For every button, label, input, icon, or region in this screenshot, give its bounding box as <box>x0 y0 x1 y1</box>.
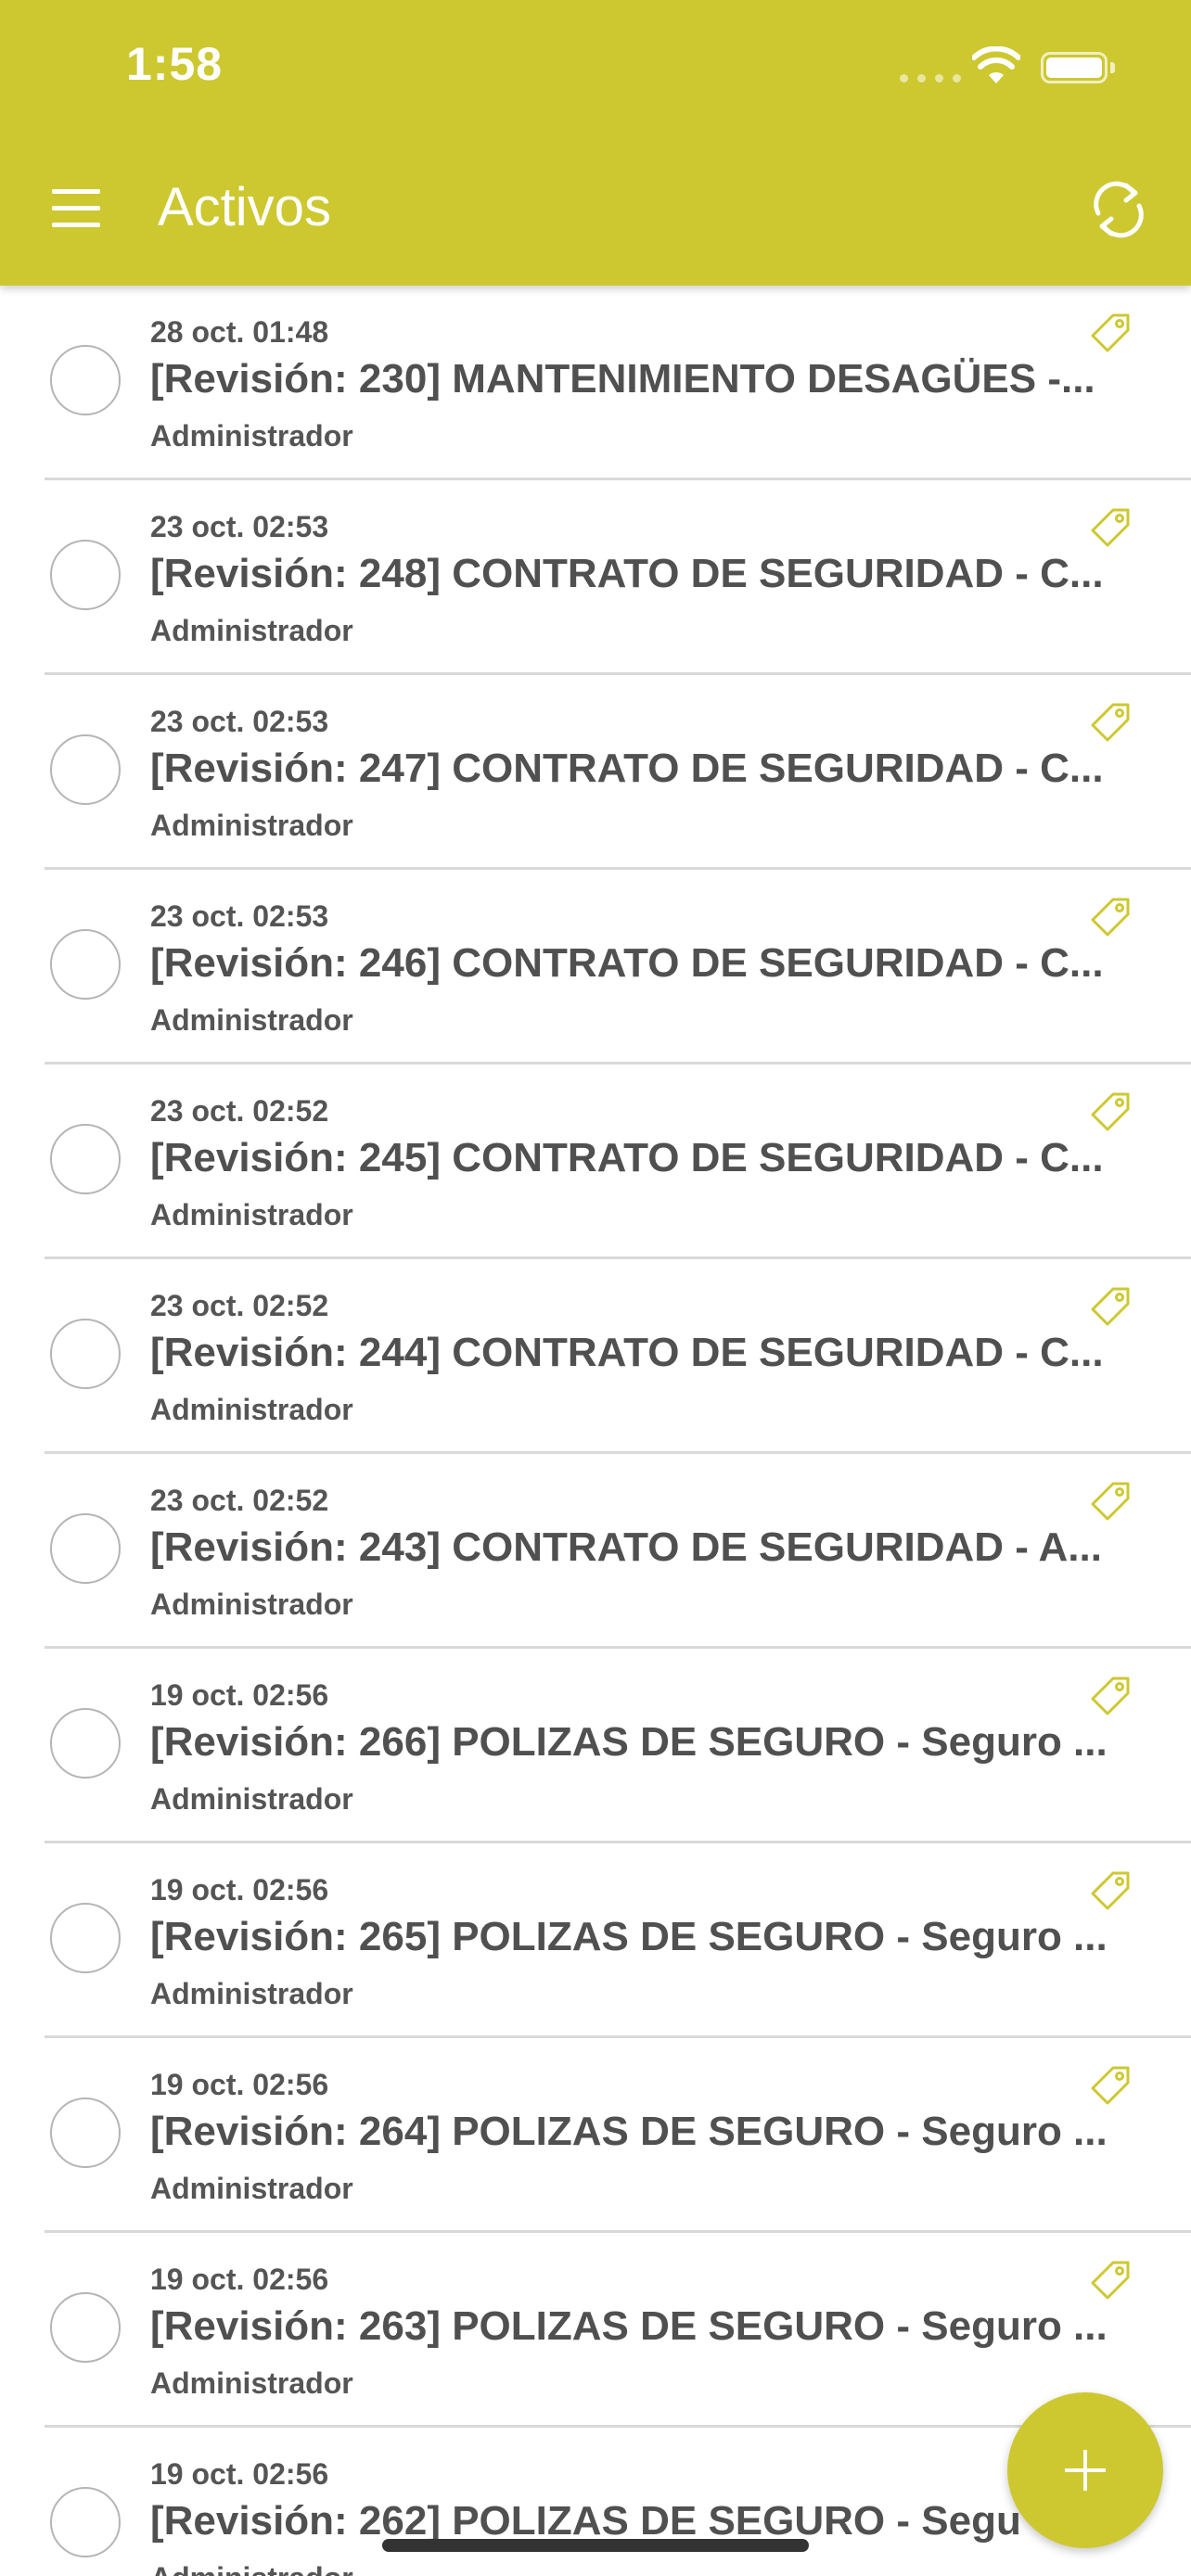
list-item[interactable]: 23 oct. 02:52 [Revisión: 245] CONTRATO DE… <box>0 1065 1191 1259</box>
item-checkbox[interactable] <box>50 734 121 805</box>
item-date: 23 oct. 02:53 <box>150 705 329 738</box>
item-date: 23 oct. 02:52 <box>150 1094 329 1128</box>
item-author: Administrador <box>150 2366 353 2400</box>
item-title: [Revisión: 266] POLIZAS DE SEGURO - Segu… <box>150 1719 1108 1765</box>
page-title: Activos <box>158 177 331 237</box>
item-date: 19 oct. 02:56 <box>150 1873 329 1906</box>
item-date: 19 oct. 02:56 <box>150 2457 329 2491</box>
item-author: Administrador <box>150 1198 353 1231</box>
tag-icon[interactable] <box>1089 2259 1132 2302</box>
tag-icon[interactable] <box>1089 1869 1132 1912</box>
list-item[interactable]: 19 oct. 02:56 [Revisión: 265] POLIZAS DE … <box>0 1843 1191 2038</box>
item-author: Administrador <box>150 1393 353 1426</box>
item-checkbox[interactable] <box>50 1708 121 1779</box>
item-title: [Revisión: 245] CONTRATO DE SEGURIDAD - … <box>150 1135 1104 1180</box>
item-title: [Revisión: 230] MANTENIMIENTO DESAGÜES -… <box>150 356 1095 402</box>
item-title: [Revisión: 248] CONTRATO DE SEGURIDAD - … <box>150 551 1104 596</box>
item-author: Administrador <box>150 1977 353 2010</box>
list-item[interactable]: 19 oct. 02:56 [Revisión: 263] POLIZAS DE … <box>0 2233 1191 2428</box>
item-checkbox[interactable] <box>50 929 121 1000</box>
battery-icon <box>1041 52 1108 83</box>
list-item[interactable]: 28 oct. 01:48 [Revisión: 230] MANTENIMIEN… <box>0 286 1191 480</box>
tag-icon[interactable] <box>1089 701 1132 744</box>
wifi-icon <box>972 46 1020 83</box>
item-checkbox[interactable] <box>50 2292 121 2363</box>
item-author: Administrador <box>150 1003 353 1037</box>
status-time: 1:58 <box>126 38 224 90</box>
item-title: [Revisión: 243] CONTRATO DE SEGURIDAD - … <box>150 1524 1102 1570</box>
tag-icon[interactable] <box>1089 1675 1132 1717</box>
list-item[interactable]: 23 oct. 02:52 [Revisión: 244] CONTRATO DE… <box>0 1259 1191 1454</box>
list-item[interactable]: 19 oct. 02:56 [Revisión: 266] POLIZAS DE … <box>0 1649 1191 1843</box>
item-title: [Revisión: 262] POLIZAS DE SEGURO - Segu <box>150 2498 1021 2544</box>
item-date: 28 oct. 01:48 <box>150 315 329 349</box>
item-title: [Revisión: 265] POLIZAS DE SEGURO - Segu… <box>150 1914 1108 1959</box>
item-checkbox[interactable] <box>50 345 121 415</box>
item-date: 23 oct. 02:52 <box>150 1289 329 1322</box>
item-checkbox[interactable] <box>50 1124 121 1194</box>
revision-list: 28 oct. 01:48 [Revisión: 230] MANTENIMIEN… <box>0 286 1191 2576</box>
refresh-icon[interactable] <box>1085 176 1152 243</box>
tag-icon[interactable] <box>1089 2064 1132 2107</box>
plus-icon-vertical <box>1083 2450 1087 2491</box>
item-date: 19 oct. 02:56 <box>150 2068 329 2101</box>
list-item[interactable]: 19 oct. 02:56 [Revisión: 264] POLIZAS DE … <box>0 2038 1191 2233</box>
item-title: [Revisión: 263] POLIZAS DE SEGURO - Segu… <box>150 2303 1108 2349</box>
item-title: [Revisión: 264] POLIZAS DE SEGURO - Segu… <box>150 2109 1108 2154</box>
item-author: Administrador <box>150 419 353 453</box>
item-author: Administrador <box>150 1782 353 1816</box>
item-author: Administrador <box>150 2172 353 2205</box>
item-title: [Revisión: 244] CONTRATO DE SEGURIDAD - … <box>150 1330 1104 1375</box>
tag-icon[interactable] <box>1089 1480 1132 1523</box>
item-title: [Revisión: 247] CONTRATO DE SEGURIDAD - … <box>150 746 1104 791</box>
item-date: 23 oct. 02:53 <box>150 899 329 933</box>
item-author: Administrador <box>150 614 353 647</box>
item-author: Administrador <box>150 809 353 842</box>
tag-icon[interactable] <box>1089 1285 1132 1328</box>
item-checkbox[interactable] <box>50 1903 121 1973</box>
home-indicator[interactable] <box>382 2539 809 2552</box>
item-checkbox[interactable] <box>50 2487 121 2557</box>
item-date: 19 oct. 02:56 <box>150 2263 329 2296</box>
item-checkbox[interactable] <box>50 540 121 610</box>
item-title: [Revisión: 246] CONTRATO DE SEGURIDAD - … <box>150 940 1104 986</box>
list-item[interactable]: 23 oct. 02:53 [Revisión: 248] CONTRATO DE… <box>0 480 1191 675</box>
list-item[interactable]: 23 oct. 02:53 [Revisión: 247] CONTRATO DE… <box>0 675 1191 870</box>
item-author: Administrador <box>150 2561 353 2576</box>
item-date: 23 oct. 02:53 <box>150 510 329 543</box>
tag-icon[interactable] <box>1089 1090 1132 1133</box>
tag-icon[interactable] <box>1089 506 1132 549</box>
list-item[interactable]: 23 oct. 02:53 [Revisión: 246] CONTRATO DE… <box>0 870 1191 1065</box>
item-date: 19 oct. 02:56 <box>150 1678 329 1712</box>
item-checkbox[interactable] <box>50 1513 121 1584</box>
item-date: 23 oct. 02:52 <box>150 1484 329 1517</box>
battery-tip <box>1110 62 1115 73</box>
list-item[interactable]: 23 oct. 02:52 [Revisión: 243] CONTRATO DE… <box>0 1454 1191 1649</box>
tag-icon[interactable] <box>1089 896 1132 938</box>
hamburger-menu-icon[interactable] <box>48 184 108 234</box>
cellular-signal-icon <box>900 74 961 83</box>
item-checkbox[interactable] <box>50 1319 121 1389</box>
tag-icon[interactable] <box>1089 312 1132 354</box>
item-checkbox[interactable] <box>50 2098 121 2168</box>
app-header: 1:58 Activos <box>0 0 1191 286</box>
item-author: Administrador <box>150 1588 353 1621</box>
add-button[interactable] <box>1007 2392 1163 2548</box>
